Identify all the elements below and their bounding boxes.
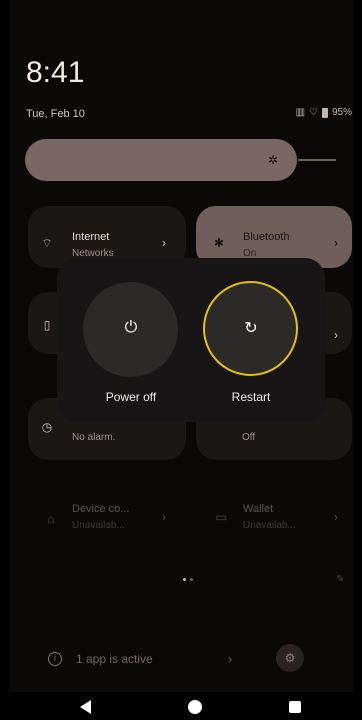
screen-edge-left xyxy=(0,0,9,720)
wifi-icon: ⌔ xyxy=(41,236,53,250)
page-indicator xyxy=(183,578,193,581)
chevron-right-icon: › xyxy=(334,328,338,342)
tile-internet-title: Internet xyxy=(72,231,110,243)
tile-device-controls-subtitle: Unavailab... xyxy=(72,520,125,531)
tile-row3-right-subtitle: Off xyxy=(242,432,256,443)
tile-wallet-title: Wallet xyxy=(243,503,274,515)
chevron-right-icon: › xyxy=(334,236,338,250)
active-apps-bar[interactable]: i 1 app is active › xyxy=(40,646,240,672)
active-apps-text: 1 app is active xyxy=(76,652,153,666)
battery-icon xyxy=(321,107,328,118)
settings-icon[interactable]: ⚙ xyxy=(276,644,304,672)
vibrate-icon: ▥ xyxy=(295,107,306,118)
flashlight-icon: ▯ xyxy=(43,318,51,332)
navigation-bar xyxy=(0,692,362,720)
bluetooth-icon: ✱ xyxy=(213,236,225,250)
recents-icon[interactable] xyxy=(289,701,301,713)
home-icon: ⌂ xyxy=(47,512,55,526)
chevron-right-icon: › xyxy=(228,652,232,666)
tile-bluetooth-title: Bluetooth xyxy=(243,231,290,243)
power-icon: ⏻ xyxy=(124,319,138,336)
tile-device-controls-title: Device co... xyxy=(72,503,130,515)
tile-alarm-subtitle: No alarm. xyxy=(72,432,116,443)
alarm-icon: ◷ xyxy=(41,420,53,434)
back-icon[interactable] xyxy=(80,700,91,714)
edit-icon[interactable]: ✎ xyxy=(336,574,344,585)
chevron-right-icon: › xyxy=(334,510,338,524)
restart-label: Restart xyxy=(231,390,271,404)
clock: 8:41 xyxy=(26,56,85,89)
screen-edge-right xyxy=(353,0,362,720)
brightness-track xyxy=(298,159,336,161)
chevron-right-icon: › xyxy=(162,510,166,524)
info-icon: i xyxy=(48,652,62,666)
brightness-slider[interactable] xyxy=(25,139,297,181)
wallet-icon: ▭ xyxy=(215,510,227,524)
home-button-icon[interactable] xyxy=(188,700,202,714)
tile-wallet-subtitle: Unavailab... xyxy=(243,520,296,531)
system-status-icons: ▥ ♡ 95% xyxy=(296,107,352,118)
screen: 8:41 Tue, Feb 10 ▥ ♡ 95% ✲ ⌔ Internet Ne… xyxy=(0,0,362,720)
chevron-right-icon: › xyxy=(162,236,166,250)
date: Tue, Feb 10 xyxy=(26,108,85,120)
wifi-status-icon: ♡ xyxy=(309,107,318,118)
power-off-label: Power off xyxy=(105,390,157,404)
restart-icon: ↻ xyxy=(244,320,258,337)
battery-percent: 95% xyxy=(331,107,352,118)
brightness-icon: ✲ xyxy=(267,153,279,167)
